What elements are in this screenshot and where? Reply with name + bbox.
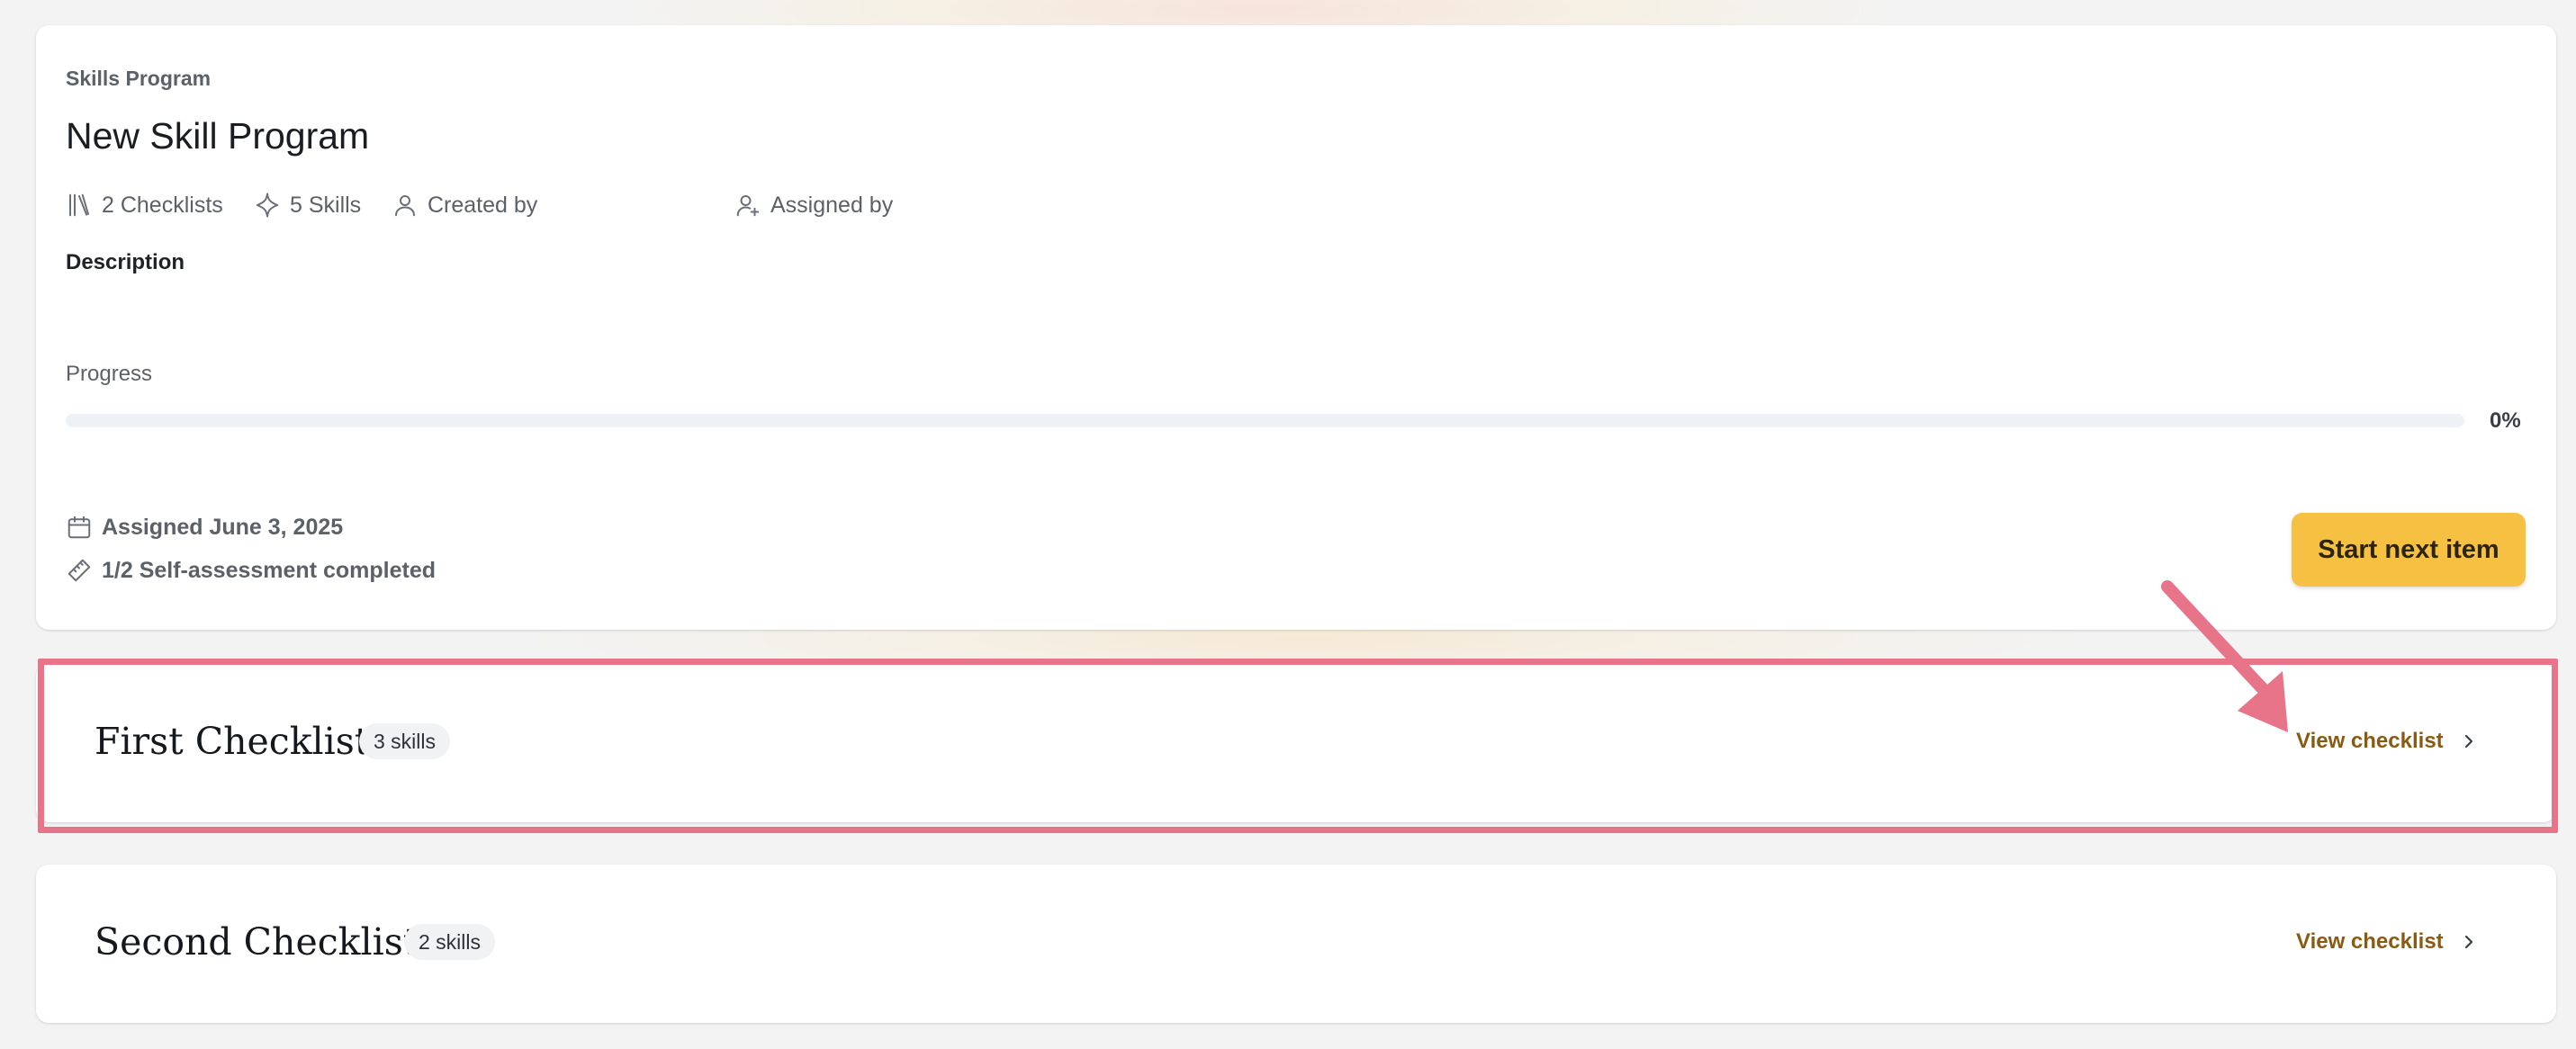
view-checklist-label: View checklist xyxy=(2296,929,2444,954)
progress-bar xyxy=(66,414,2464,427)
ruler-icon xyxy=(68,559,91,582)
created-by: Created by xyxy=(392,189,537,221)
skills-count-badge: 2 skills xyxy=(404,924,496,960)
view-checklist-link[interactable]: View checklist xyxy=(2296,723,2480,759)
description-heading: Description xyxy=(66,250,185,274)
assigned-date-label: Assigned June 3, 2025 xyxy=(102,514,344,540)
progress-percent: 0% xyxy=(2490,408,2521,433)
chevron-right-icon xyxy=(2464,734,2472,749)
checklists-count-label: 2 Checklists xyxy=(102,192,223,218)
self-assessment-label: 1/2 Self-assessment completed xyxy=(102,557,436,583)
calendar-icon xyxy=(68,516,91,539)
sparkle-icon xyxy=(256,193,279,218)
skills-count-badge: 3 skills xyxy=(359,723,451,759)
created-by-label: Created by xyxy=(428,192,538,218)
skills-count-label: 5 Skills xyxy=(290,192,362,218)
user-plus-icon xyxy=(736,195,760,217)
view-checklist-link[interactable]: View checklist xyxy=(2296,924,2480,960)
page-title: New Skill Program xyxy=(66,115,370,157)
self-assessment-status: 1/2 Self-assessment completed xyxy=(66,554,436,587)
skills-count: 5 Skills xyxy=(254,189,361,221)
checklist-card-second[interactable]: Second Checklist 2 skills View checklist xyxy=(36,865,2556,1023)
checklist-title: First Checklist xyxy=(95,720,370,763)
start-next-item-button[interactable]: Start next item xyxy=(2292,513,2526,587)
checklists-count: 2 Checklists xyxy=(66,189,223,221)
view-checklist-label: View checklist xyxy=(2296,729,2444,753)
assigned-date: Assigned June 3, 2025 xyxy=(66,511,343,543)
program-eyebrow: Skills Program xyxy=(66,67,212,90)
chevron-right-icon xyxy=(2464,935,2472,949)
program-card: Skills Program New Skill Program 2 Check… xyxy=(36,25,2556,630)
assigned-by: Assigned by xyxy=(734,189,893,221)
user-icon xyxy=(395,195,415,217)
books-icon xyxy=(69,193,89,217)
assigned-by-label: Assigned by xyxy=(770,192,894,218)
annotation-arrow-icon xyxy=(2161,580,2288,732)
progress-label: Progress xyxy=(66,362,153,386)
checklist-title: Second Checklist xyxy=(95,920,419,964)
